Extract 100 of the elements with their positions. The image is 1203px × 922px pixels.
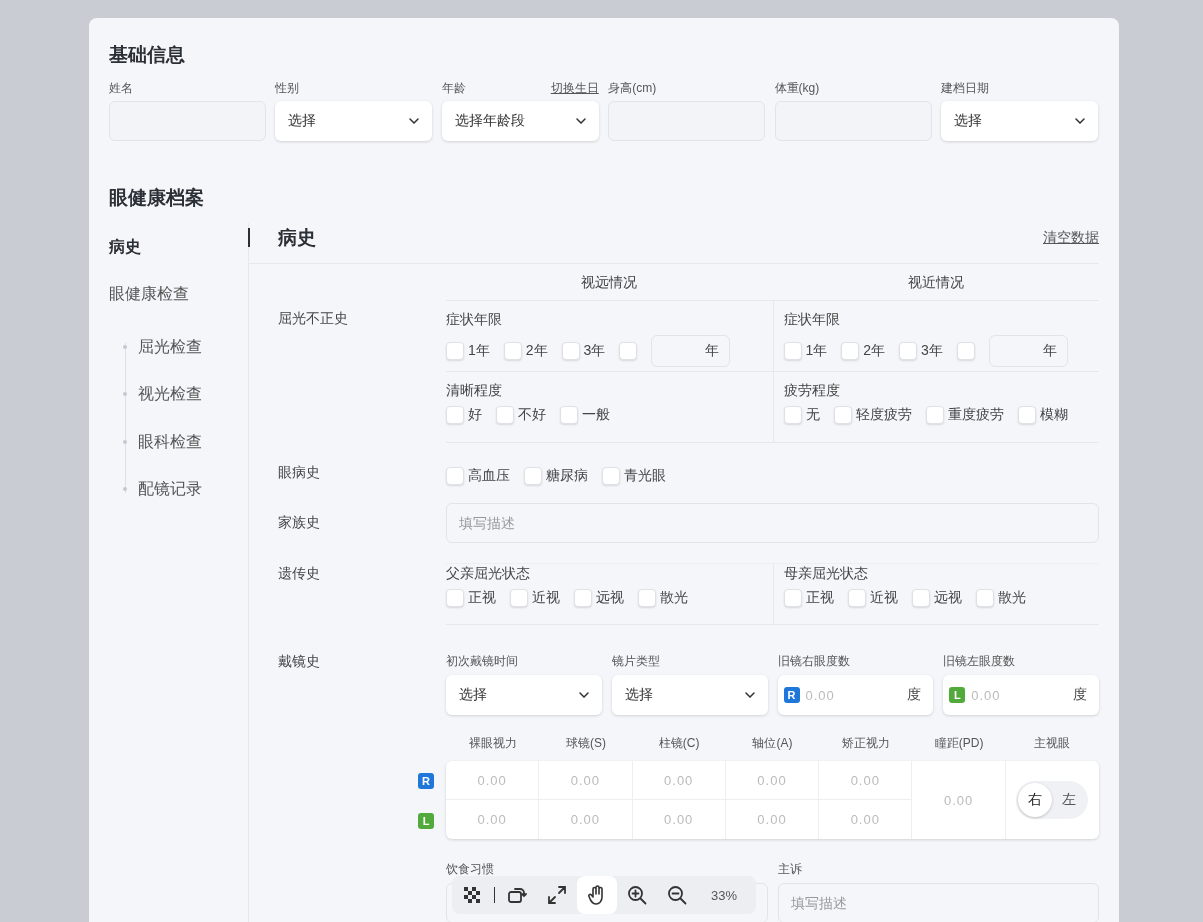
checkbox[interactable] [496, 406, 514, 424]
degree-field[interactable]: L 0.00 度 [943, 675, 1099, 715]
column-header: 矫正视力 [840, 735, 891, 752]
option-label: 远视 [596, 589, 624, 607]
option-label: 糖尿病 [546, 467, 588, 485]
field-label: 建档日期 [940, 79, 989, 97]
column-header: 轴位(A) [751, 735, 794, 752]
option-label: 散光 [997, 589, 1026, 607]
checkbox[interactable] [911, 589, 930, 607]
checkbox[interactable] [847, 589, 866, 607]
checkbox[interactable] [833, 406, 852, 424]
option-label: 无 [805, 406, 820, 424]
option-label: 远视 [933, 589, 962, 607]
checkbox[interactable] [841, 342, 860, 360]
field-label: 旧镜右眼度数 [777, 653, 851, 670]
checkbox[interactable] [619, 342, 638, 360]
toggle-option[interactable]: 右 [1018, 783, 1053, 817]
group-title: 母亲屈光状态 [783, 565, 869, 583]
checkbox[interactable] [899, 342, 918, 360]
year-field[interactable]: 年 [651, 335, 731, 367]
option-label: 2年 [863, 342, 886, 360]
eye-badge: R [783, 687, 800, 703]
column-header: 主视眼 [1033, 735, 1072, 752]
checkbox[interactable] [446, 589, 464, 607]
checkbox[interactable] [783, 342, 802, 360]
checkbox[interactable] [956, 342, 975, 360]
checkbox[interactable] [925, 406, 944, 424]
field-label: 旧镜左眼度数 [943, 653, 1017, 670]
option-label: 3年 [921, 342, 943, 360]
checkbox[interactable] [602, 467, 620, 485]
section-title: 基础信息 [109, 43, 186, 67]
row-label: 屈光不正史 [278, 309, 349, 328]
row-label: 家族史 [278, 514, 321, 532]
toggle-option[interactable]: 左 [1052, 783, 1087, 817]
eye-badge: L [949, 687, 966, 703]
checkbox[interactable] [638, 589, 656, 607]
select-dropdown[interactable]: 选择 [611, 675, 768, 715]
option-label: 正视 [468, 589, 496, 607]
option-label: 3年 [583, 342, 606, 360]
sidebar-item[interactable]: 眼健康检查 [109, 270, 248, 317]
chevron-down-icon [744, 692, 755, 698]
checkbox[interactable] [446, 467, 464, 485]
row-label: 遗传史 [278, 564, 321, 583]
clear-data-link[interactable]: 清空数据 [1043, 229, 1099, 247]
column-heading: 视远情况 [446, 264, 773, 301]
checkbox[interactable] [446, 406, 464, 424]
checkbox[interactable] [524, 467, 542, 485]
chevron-down-icon [409, 118, 420, 124]
checkbox[interactable] [1017, 406, 1036, 424]
option-label: 散光 [660, 589, 688, 607]
option-label: 模糊 [1039, 406, 1068, 424]
row-label: 眼病史 [278, 464, 321, 482]
sidebar-subitem[interactable]: 屈光检查 [123, 336, 202, 357]
sidebar-subitem[interactable]: 眼科检查 [123, 431, 202, 452]
field-label: 身高(cm) [608, 79, 657, 97]
option-label: 1年 [468, 342, 490, 360]
select-dropdown[interactable]: 选择 [940, 101, 1098, 141]
toolbar-button[interactable] [577, 876, 617, 914]
degree-field[interactable]: R 0.00 度 [777, 675, 934, 715]
option-label: 正视 [805, 589, 834, 607]
sidebar-item[interactable]: 病史 [109, 223, 248, 270]
option-label: 1年 [805, 342, 828, 360]
checkbox[interactable] [510, 589, 528, 607]
checkbox[interactable] [446, 342, 464, 360]
column-header: 瞳距(PD) [933, 735, 985, 752]
row-label: 戴镜史 [278, 653, 321, 671]
option-label: 2年 [525, 342, 548, 360]
switch-birthday-link[interactable]: 切换生日 [550, 79, 599, 97]
checkbox[interactable] [783, 589, 802, 607]
select-dropdown[interactable]: 选择 [446, 675, 602, 715]
field-label: 初次戴镜时间 [446, 653, 519, 670]
option-label: 不好 [518, 406, 546, 424]
chevron-down-icon [578, 692, 589, 698]
checkbox[interactable] [561, 342, 580, 360]
column-header: 裸眼视力 [467, 735, 518, 752]
checkbox[interactable] [574, 589, 592, 607]
sidebar-subitem[interactable]: 视光检查 [123, 384, 202, 405]
dominant-eye-toggle[interactable]: 右 左 [1016, 781, 1089, 819]
group-title: 症状年限 [783, 311, 841, 329]
option-label: 近视 [532, 589, 560, 607]
field-label: 年龄 [441, 79, 466, 97]
select-dropdown[interactable]: 选择 [275, 101, 433, 141]
checkbox[interactable] [503, 342, 522, 360]
checkbox[interactable] [560, 406, 578, 424]
checkbox[interactable] [783, 406, 802, 424]
option-label: 近视 [869, 589, 898, 607]
checkbox[interactable] [975, 589, 994, 607]
rotate-icon [507, 885, 527, 905]
group-title: 清晰程度 [446, 382, 503, 400]
option-label: 重度疲劳 [947, 406, 1004, 424]
column-header: 球镜(S) [564, 735, 607, 752]
sidebar-subitem[interactable]: 配镜记录 [123, 479, 202, 500]
description-field[interactable]: 填写描述 [777, 883, 1099, 922]
description-field[interactable]: 填写描述 [446, 503, 1099, 543]
field-label: 主诉 [777, 861, 803, 878]
option-label: 一般 [582, 406, 610, 424]
option-label: 轻度疲劳 [855, 406, 912, 424]
year-field[interactable]: 年 [988, 335, 1068, 367]
select-dropdown[interactable]: 选择年龄段 [441, 101, 599, 141]
option-label: 青光眼 [624, 467, 666, 485]
